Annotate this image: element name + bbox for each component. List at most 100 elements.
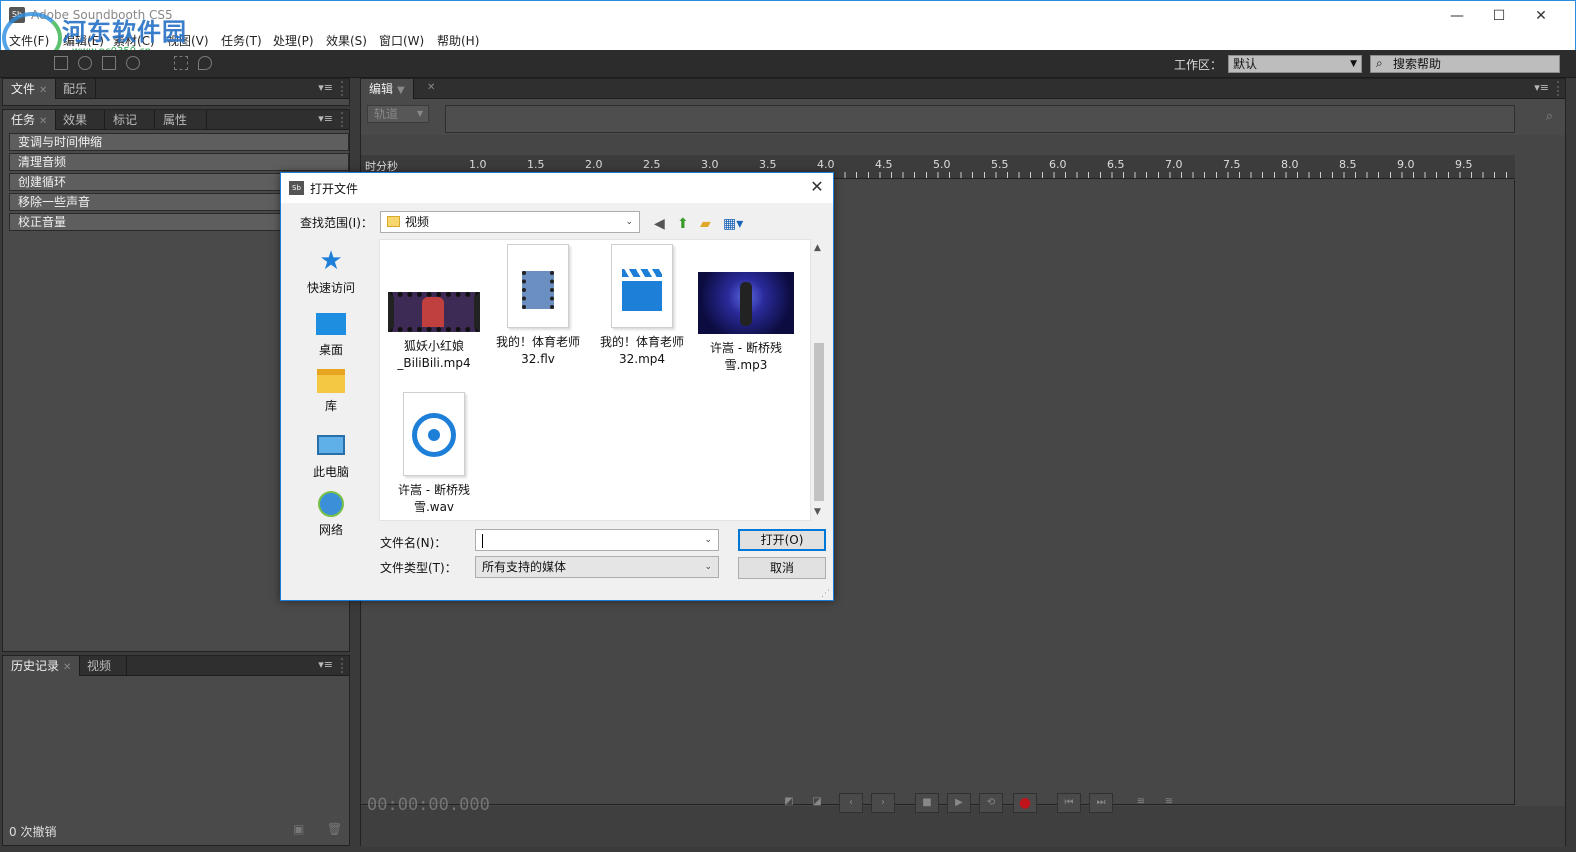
panel-grip[interactable] xyxy=(341,81,347,96)
menu-effects[interactable]: 效果(S) xyxy=(326,32,367,49)
file-item[interactable]: 我的！体育老师32.mp4 xyxy=(592,244,692,368)
workspace-select[interactable]: 默认 ▼ xyxy=(1228,55,1362,73)
up-folder-icon[interactable]: ⬆ xyxy=(677,216,689,232)
task-clean-audio[interactable]: 清理音频 xyxy=(9,153,349,171)
back-icon[interactable]: ◀ xyxy=(654,216,665,232)
volume-meter-icon[interactable]: ≋ xyxy=(1129,793,1153,813)
menu-tasks[interactable]: 任务(T) xyxy=(221,32,262,49)
file-item[interactable]: 许嵩 - 断桥残雪.mp3 xyxy=(696,272,796,374)
hand-tool-icon[interactable] xyxy=(102,56,116,70)
ruler-tick: 7.5 xyxy=(1223,158,1241,171)
file-name: 我的！体育老师32.mp4 xyxy=(599,335,684,366)
settings-icon[interactable]: ≋ xyxy=(1157,793,1181,813)
zoom-tool-icon[interactable] xyxy=(126,56,140,70)
ruler-tick: 8.5 xyxy=(1339,158,1357,171)
panel-menu-icon[interactable]: ▾≡ xyxy=(318,112,333,125)
prev-marker-button[interactable]: ‹ xyxy=(839,793,863,813)
ruler-tick: 6.0 xyxy=(1049,158,1067,171)
track-button[interactable]: 轨道 ▼ xyxy=(367,105,429,123)
tab-markers[interactable]: 标记 xyxy=(105,110,155,130)
tab-history-label: 历史记录 xyxy=(11,659,60,673)
tab-tasks[interactable]: 任务 ✕ xyxy=(3,110,57,130)
tab-effects[interactable]: 效果 xyxy=(55,110,105,130)
go-to-start-button[interactable]: ⏮ xyxy=(1057,793,1081,813)
marquee-tool-icon[interactable] xyxy=(174,56,188,70)
place-quick-access[interactable]: ★ 快速访问 xyxy=(289,247,373,296)
place-desktop[interactable]: 桌面 xyxy=(289,309,373,358)
filename-input[interactable]: ⌄ xyxy=(475,529,719,551)
close-icon[interactable]: ✕ xyxy=(427,82,435,93)
panel-grip[interactable] xyxy=(341,658,347,673)
new-folder-icon[interactable]: ▰ xyxy=(700,216,711,232)
zoom-in-icon[interactable]: ◩ xyxy=(777,793,801,813)
help-search-input[interactable]: ⌕ 搜索帮助 xyxy=(1370,55,1560,73)
look-in-select[interactable]: 视频 ⌄ xyxy=(380,211,640,233)
panel-menu-icon[interactable]: ▾≡ xyxy=(318,81,333,94)
history-panel: 历史记录 ✕ 视频 ▾≡ 0 次撤销 ▣ 🗑 xyxy=(2,655,350,846)
tab-video[interactable]: 视频 xyxy=(79,656,127,676)
tab-files[interactable]: 文件 ✕ xyxy=(3,79,57,99)
move-tool-icon[interactable] xyxy=(78,56,92,70)
select-tool-icon[interactable] xyxy=(54,56,68,70)
ruler-tick: 4.5 xyxy=(875,158,893,171)
stop-button[interactable]: ■ xyxy=(915,793,939,813)
file-item[interactable]: 许嵩 - 断桥残雪.wav xyxy=(384,392,484,516)
open-button[interactable]: 打开(O) xyxy=(738,529,826,551)
dialog-close-button[interactable]: ✕ xyxy=(807,177,827,197)
play-button[interactable]: ▶ xyxy=(947,793,971,813)
snapshot-icon[interactable]: ▣ xyxy=(293,822,304,836)
cancel-button[interactable]: 取消 xyxy=(738,557,826,579)
trash-icon[interactable]: 🗑 xyxy=(327,822,342,836)
scrollbar-thumb[interactable] xyxy=(814,343,824,501)
place-libraries[interactable]: 库 xyxy=(289,369,373,414)
zoom-out-icon[interactable]: ◪ xyxy=(805,793,829,813)
chevron-down-icon: ▼ xyxy=(1350,59,1357,69)
tab-dropdown-icon[interactable]: ▼ xyxy=(397,85,405,96)
tab-score[interactable]: 配乐 xyxy=(55,79,97,99)
chevron-down-icon[interactable]: ⌄ xyxy=(704,530,712,550)
close-icon[interactable]: ✕ xyxy=(39,116,47,127)
text-cursor xyxy=(482,533,483,548)
place-network[interactable]: 网络 xyxy=(289,491,373,538)
place-label: 网络 xyxy=(318,523,343,537)
close-button[interactable]: ✕ xyxy=(1521,3,1561,29)
loop-button[interactable]: ⟲ xyxy=(979,793,1003,813)
maximize-button[interactable]: ☐ xyxy=(1479,3,1519,29)
tab-files-label: 文件 xyxy=(11,82,36,96)
tab-editor[interactable]: 编辑 ▼ xyxy=(361,79,414,99)
menu-help[interactable]: 帮助(H) xyxy=(437,32,479,49)
next-marker-button[interactable]: › xyxy=(871,793,895,813)
search-icon[interactable]: ⌕ xyxy=(1546,109,1553,124)
file-item[interactable]: 狐妖小红娘_BiliBili.mp4 xyxy=(384,292,484,372)
task-pitch-time[interactable]: 变调与时间伸缩 xyxy=(9,133,349,151)
menu-process[interactable]: 处理(P) xyxy=(273,32,314,49)
scroll-down-icon[interactable]: ▼ xyxy=(814,507,821,517)
ruler-tick: 3.0 xyxy=(701,158,719,171)
scroll-up-icon[interactable]: ▲ xyxy=(814,243,821,253)
place-this-pc[interactable]: 此电脑 xyxy=(289,431,373,480)
look-in-label: 查找范围(I)： xyxy=(300,216,373,230)
view-menu-icon[interactable]: ▦▾ xyxy=(723,216,743,232)
panel-grip[interactable] xyxy=(341,112,347,127)
panel-grip[interactable] xyxy=(1557,81,1563,96)
lasso-tool-icon[interactable] xyxy=(198,56,212,70)
flv-file-icon xyxy=(507,244,569,328)
close-icon[interactable]: ✕ xyxy=(63,662,71,673)
tab-history[interactable]: 历史记录 ✕ xyxy=(3,656,81,676)
panel-menu-icon[interactable]: ▾≡ xyxy=(318,658,333,671)
tab-properties[interactable]: 属性 xyxy=(155,110,207,130)
menu-window[interactable]: 窗口(W) xyxy=(379,32,424,49)
timecode-display[interactable]: 00:00:00.000 xyxy=(367,795,490,815)
track-button-label: 轨道 xyxy=(374,107,399,121)
filetype-select[interactable]: 所有支持的媒体 ⌄ xyxy=(475,556,719,578)
close-icon[interactable]: ✕ xyxy=(39,85,47,96)
panel-menu-icon[interactable]: ▾≡ xyxy=(1534,81,1549,94)
file-item[interactable]: 我的！体育老师32.flv xyxy=(488,244,588,368)
file-list-scrollbar[interactable]: ▲ ▼ xyxy=(811,239,827,521)
resize-grip-icon[interactable]: ⋰ xyxy=(821,589,830,599)
go-to-end-button[interactable]: ⏭ xyxy=(1089,793,1113,813)
desktop-icon xyxy=(316,313,346,335)
minimize-button[interactable]: — xyxy=(1437,3,1477,29)
record-button[interactable]: ● xyxy=(1013,793,1037,813)
tab-video-label: 视频 xyxy=(87,659,112,673)
